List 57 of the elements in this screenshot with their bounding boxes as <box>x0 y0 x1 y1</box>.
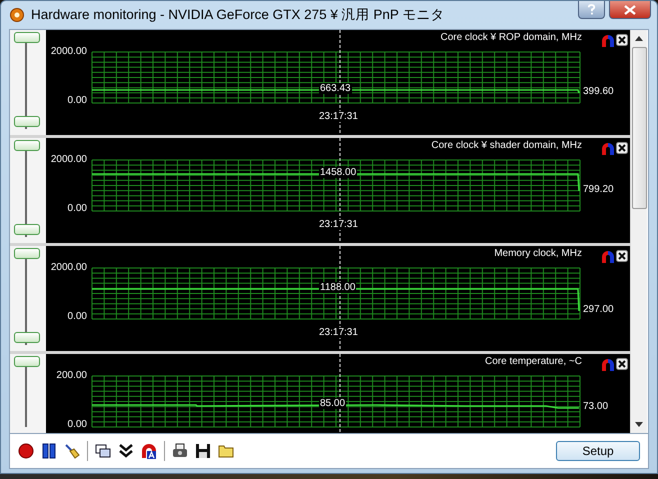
magnet-icon[interactable] <box>600 141 616 155</box>
broom-icon[interactable] <box>64 443 80 459</box>
axis-label: 2000.00 <box>50 262 87 273</box>
axis-label: 2000.00 <box>50 46 87 57</box>
time-label: 23:17:31 <box>318 111 359 122</box>
slider-handle[interactable] <box>14 116 40 127</box>
graph-title: Core temperature, ~C <box>485 356 582 367</box>
cursor-value: 1458.00 <box>319 167 358 178</box>
slider-handle[interactable] <box>14 332 40 343</box>
help-button[interactable] <box>578 1 605 19</box>
arc-letter-icon[interactable] <box>141 443 157 459</box>
double-chevron-icon[interactable] <box>118 443 134 459</box>
up-arrow-icon <box>635 36 643 41</box>
close-icon[interactable] <box>616 34 628 46</box>
graph-title: Core clock ¥ shader domain, MHz <box>431 140 582 151</box>
slider-handle[interactable] <box>14 140 40 151</box>
magnet-icon[interactable] <box>600 33 616 47</box>
printer-icon[interactable] <box>172 443 188 459</box>
axis-label: 0.00 <box>68 203 87 214</box>
time-label: 23:17:31 <box>318 327 359 338</box>
record-icon[interactable] <box>18 443 34 459</box>
pause-icon[interactable] <box>41 443 57 459</box>
gear-icon <box>9 7 25 23</box>
cursor-value: 85.00 <box>319 398 346 409</box>
slider-handle[interactable] <box>14 224 40 235</box>
close-icon[interactable] <box>616 142 628 154</box>
axis-label: 200.00 <box>56 370 87 381</box>
cursor-value: 663.43 <box>319 83 352 94</box>
time-label: 23:17:31 <box>318 219 359 230</box>
scroll-thumb[interactable] <box>632 47 646 209</box>
window-title: Hardware monitoring - NVIDIA GeForce GTX 275 ¥ 汎用 PnP モニタ <box>31 6 444 24</box>
current-value: 73.00 <box>583 401 608 412</box>
close-icon[interactable] <box>616 358 628 370</box>
axis-label: 0.00 <box>68 311 87 322</box>
folder-icon[interactable] <box>218 443 234 459</box>
slider-handle[interactable] <box>14 248 40 259</box>
close-icon <box>624 4 636 14</box>
question-icon <box>587 4 596 15</box>
current-value: 799.20 <box>583 184 614 195</box>
graph-title: Core clock ¥ ROP domain, MHz <box>440 32 582 43</box>
current-value: 399.60 <box>583 86 614 97</box>
current-value: 297.00 <box>583 304 614 315</box>
down-arrow-icon <box>635 422 643 427</box>
scrollbar[interactable] <box>630 30 647 433</box>
axis-label: 2000.00 <box>50 154 87 165</box>
cursor-value: 1188.00 <box>319 282 356 293</box>
windows-icon[interactable] <box>95 443 111 459</box>
graph-title: Memory clock, MHz <box>494 248 582 259</box>
setup-button[interactable]: Setup <box>556 441 640 461</box>
magnet-icon[interactable] <box>600 249 616 263</box>
close-icon[interactable] <box>616 250 628 262</box>
slider-handle[interactable] <box>14 356 40 367</box>
magnet-icon[interactable] <box>600 357 616 371</box>
axis-label: 0.00 <box>68 95 87 106</box>
axis-label: 0.00 <box>68 419 87 430</box>
slider-handle[interactable] <box>14 32 40 43</box>
close-button[interactable] <box>609 1 651 19</box>
